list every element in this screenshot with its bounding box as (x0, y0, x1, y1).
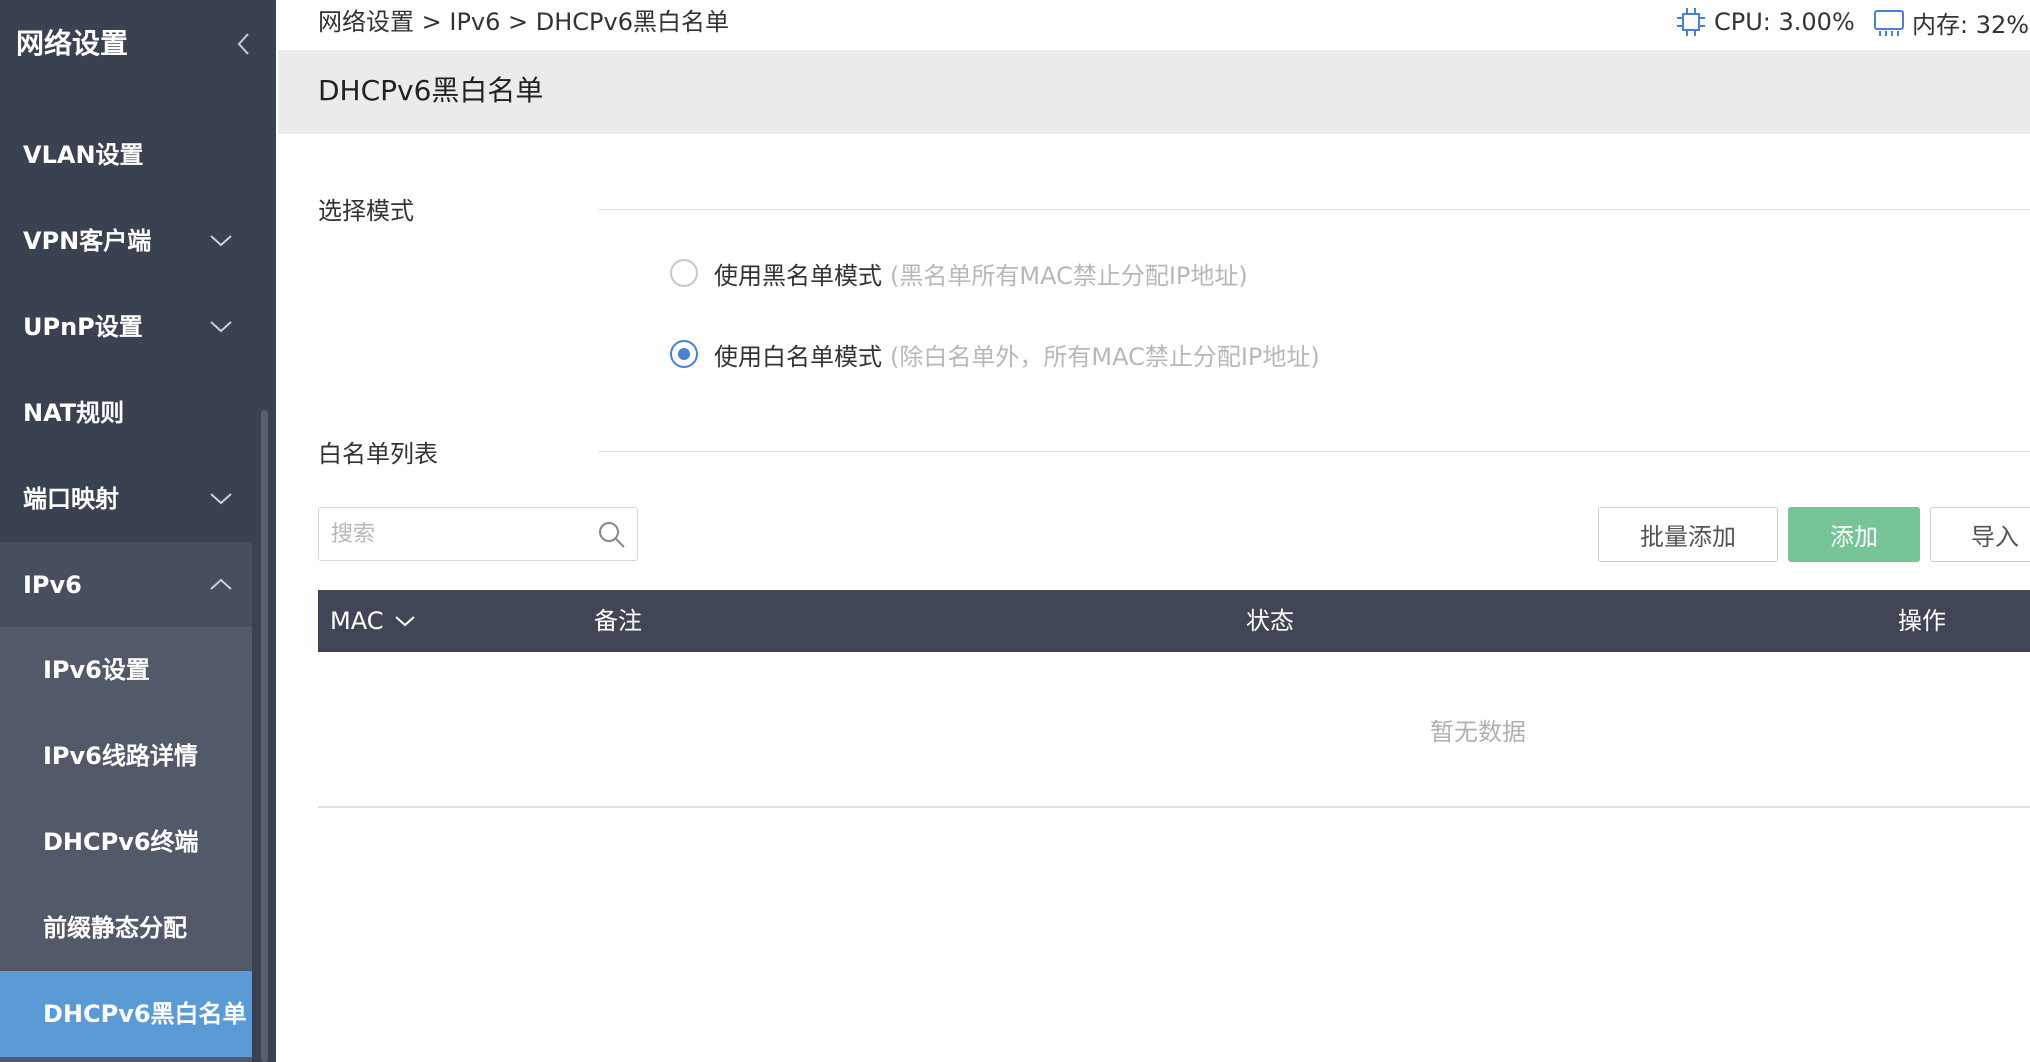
sidebar-item-nat[interactable]: NAT规则 (0, 370, 252, 456)
sidebar-item-label: NAT规则 (23, 399, 125, 427)
search-input[interactable] (331, 518, 591, 550)
whitelist-mode-hint: (除白名单外，所有MAC禁止分配IP地址) (890, 342, 1320, 371)
memory-value: 内存: 32% (1912, 10, 2030, 39)
cpu-icon (1677, 8, 1705, 36)
sidebar-scrollbar[interactable] (261, 410, 268, 1062)
column-header-label: MAC (330, 607, 384, 635)
blacklist-mode-label: 使用黑名单模式 (714, 261, 882, 290)
sidebar-item-ipv6-settings[interactable]: IPv6设置 (0, 627, 252, 713)
sidebar-item-upnp[interactable]: UPnP设置 (0, 284, 252, 370)
sidebar-item-label: 前缀静态分配 (43, 914, 187, 942)
sidebar-item-label: VLAN设置 (23, 141, 144, 169)
section-divider (598, 451, 2030, 452)
sidebar-item-label: IPv6设置 (43, 656, 150, 684)
table-header: MAC 备注 状态 操作 (318, 590, 2030, 652)
sidebar-item-port-mapping[interactable]: 端口映射 (0, 456, 252, 542)
search-icon[interactable] (597, 520, 627, 550)
chevron-down-icon (210, 321, 232, 333)
chevron-up-icon (210, 578, 232, 590)
table-body: 暂无数据 (318, 652, 2030, 808)
column-header-mac[interactable]: MAC (330, 590, 417, 652)
search-box (318, 507, 638, 561)
sidebar-item-ipv6[interactable]: IPv6 (0, 542, 252, 628)
sidebar-item-label: IPv6线路详情 (43, 742, 198, 770)
sidebar-item-label: UPnP设置 (23, 313, 143, 341)
blacklist-mode-hint: (黑名单所有MAC禁止分配IP地址) (890, 261, 1248, 290)
batch-add-button[interactable]: 批量添加 (1598, 507, 1778, 562)
mode-section-title: 选择模式 (318, 197, 414, 225)
sidebar-item-label: VPN客户端 (23, 227, 152, 255)
ipv6-submenu: IPv6设置 IPv6线路详情 DHCPv6终端 前缀静态分配 DHCPv6黑白… (0, 627, 252, 1062)
sidebar-item-label: 端口映射 (23, 485, 119, 513)
sidebar-item-vpn-client[interactable]: VPN客户端 (0, 198, 252, 284)
list-section-title: 白名单列表 (318, 440, 438, 468)
breadcrumb: 网络设置 > IPv6 > DHCPv6黑白名单 (318, 8, 729, 36)
blacklist-radio[interactable] (670, 259, 698, 287)
memory-usage: 内存: 32% (1872, 4, 2029, 40)
column-header-action: 操作 (1898, 607, 1946, 635)
sidebar-item-label: DHCPv6终端 (43, 828, 199, 856)
chevron-down-icon (210, 235, 232, 247)
add-button[interactable]: 添加 (1788, 507, 1920, 562)
column-header-remark: 备注 (594, 607, 642, 635)
empty-state-text: 暂无数据 (1430, 718, 1526, 746)
page-header: DHCPv6黑白名单 (278, 50, 2030, 134)
blacklist-mode-option[interactable]: 使用黑名单模式 (黑名单所有MAC禁止分配IP地址) (670, 253, 1248, 293)
cpu-usage: CPU: 3.00% (1674, 4, 1855, 40)
memory-icon (1874, 10, 1904, 36)
chevron-left-icon[interactable] (230, 26, 256, 62)
sidebar: 网络设置 VLAN设置 VPN客户端 UPnP设置 NAT规则 端口映射 IPv… (0, 0, 276, 1062)
sidebar-item-label: IPv6 (23, 571, 82, 599)
sidebar-item-label: DHCPv6黑白名单 (43, 1000, 247, 1028)
sidebar-title: 网络设置 (16, 27, 129, 60)
section-divider (598, 209, 2030, 210)
cpu-value: CPU: 3.00% (1714, 8, 1855, 36)
import-button[interactable]: 导入 (1930, 507, 2030, 562)
sidebar-item-vlan[interactable]: VLAN设置 (0, 112, 252, 198)
sidebar-item-ipv6-line-details[interactable]: IPv6线路详情 (0, 713, 252, 799)
sidebar-item-dhcpv6-list[interactable]: DHCPv6黑白名单 (0, 971, 252, 1057)
whitelist-mode-label: 使用白名单模式 (714, 342, 882, 371)
sidebar-header: 网络设置 (0, 0, 276, 90)
sidebar-item-dhcpv6-clients[interactable]: DHCPv6终端 (0, 799, 252, 885)
page-title: DHCPv6黑白名单 (318, 74, 544, 107)
whitelist-radio[interactable] (670, 340, 698, 368)
whitelist-mode-option[interactable]: 使用白名单模式 (除白名单外，所有MAC禁止分配IP地址) (670, 334, 1320, 374)
chevron-down-icon (395, 616, 416, 627)
sidebar-item-prefix-static[interactable]: 前缀静态分配 (0, 885, 252, 971)
chevron-down-icon (210, 493, 232, 505)
column-header-status: 状态 (1246, 607, 1294, 635)
